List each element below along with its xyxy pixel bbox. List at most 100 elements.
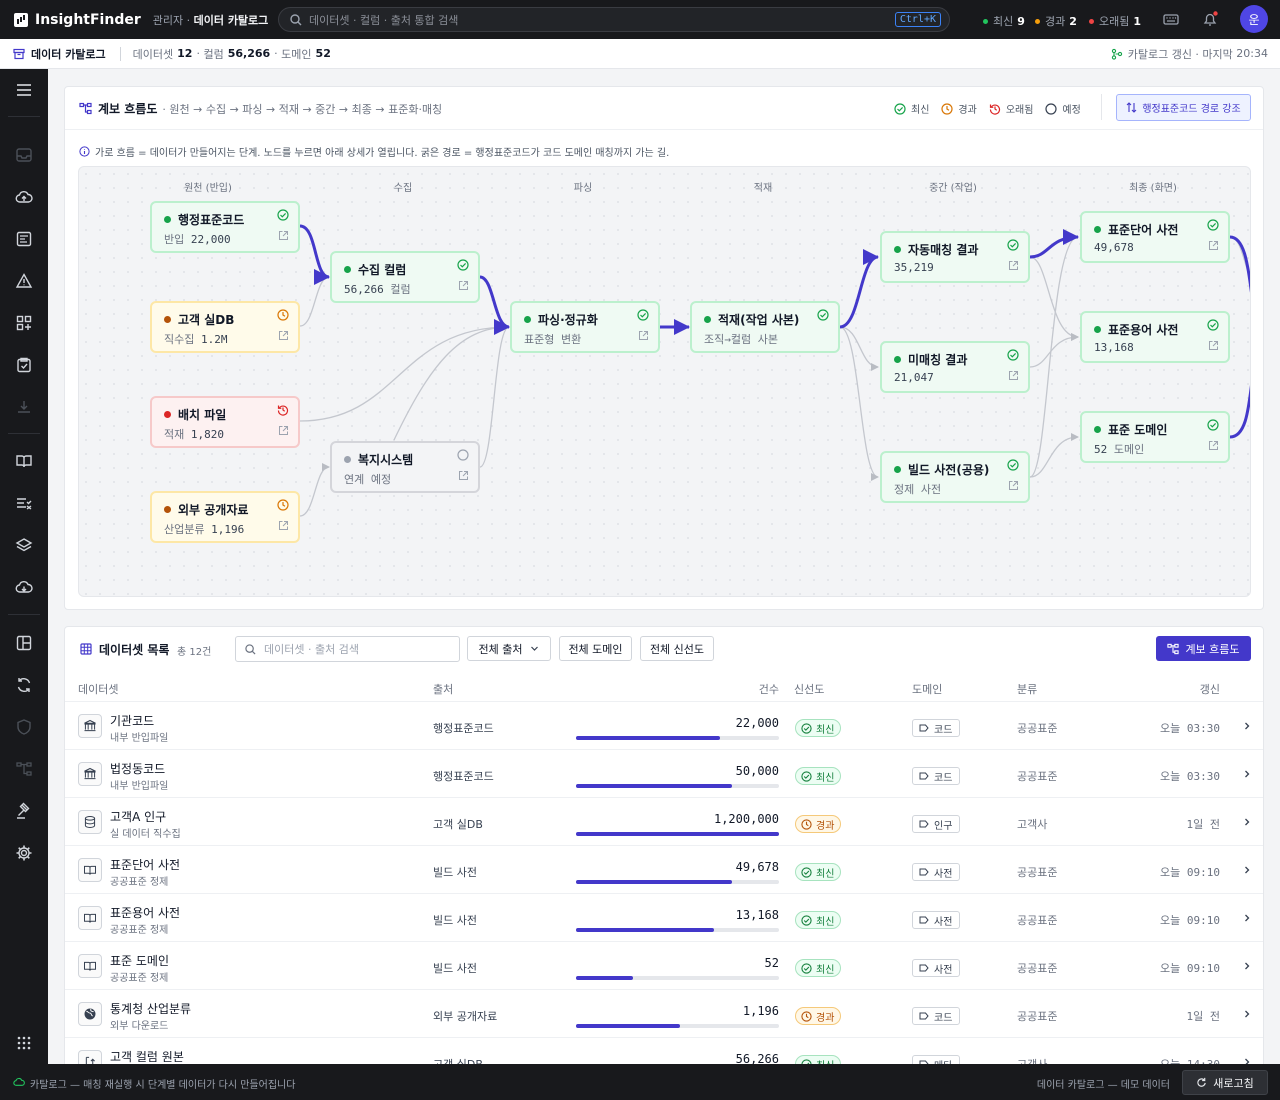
column-header-category[interactable]: 분류 (1017, 681, 1037, 697)
form-icon[interactable] (15, 230, 33, 248)
highlight-path-button[interactable]: 행정표준코드 경로 강조 (1116, 94, 1251, 121)
chevron-right-icon[interactable] (1243, 866, 1251, 874)
external-link-icon[interactable] (278, 520, 289, 531)
gear-icon[interactable] (15, 844, 33, 862)
lineage-flow-button[interactable]: 계보 흐름도 (1156, 636, 1251, 661)
lineage-node-standard-domain[interactable]: 표준 도메인 52 도메인 (1080, 411, 1230, 463)
apps-icon[interactable] (15, 1034, 33, 1052)
external-link-icon[interactable] (1208, 240, 1219, 251)
chevron-right-icon[interactable] (1243, 1010, 1251, 1018)
lineage-icon[interactable] (15, 760, 33, 778)
status-dot (344, 456, 351, 463)
book-icon[interactable] (15, 452, 33, 470)
warning-icon[interactable] (15, 272, 33, 290)
external-link-icon[interactable] (458, 280, 469, 291)
lineage-node-admin-standard-code[interactable]: 행정표준코드 반입 22,000 (150, 201, 300, 253)
list-check-icon[interactable] (15, 494, 33, 512)
breadcrumb-parent[interactable]: 관리자 (153, 14, 183, 27)
table-row[interactable]: 기관코드 내부 반입파일 행정표준코드 22,000 최신 코드 공공표준 오늘 03:30 (65, 701, 1263, 749)
global-search-input[interactable]: 데이터셋 · 컬럼 · 출처 통합 검색 Ctrl+K (278, 7, 950, 32)
external-link-icon[interactable] (1008, 480, 1019, 491)
inbox-icon[interactable] (15, 146, 33, 164)
app-logo[interactable]: InsightFinder (14, 12, 141, 28)
menu-icon[interactable] (15, 81, 33, 99)
lineage-node-batch-file[interactable]: 배치 파일 적재 1,820 (150, 396, 300, 448)
lineage-node-standard-word-dictionary[interactable]: 표준단어 사전 49,678 (1080, 211, 1230, 263)
chevron-right-icon[interactable] (1243, 818, 1251, 826)
table-row[interactable]: 표준 도메인 공공표준 정제 빌드 사전 52 최신 사전 공공표준 오늘 09:10 (65, 941, 1263, 989)
table-row[interactable]: 표준단어 사전 공공표준 정제 빌드 사전 49,678 최신 사전 공공표준 오늘 09:1… (65, 845, 1263, 893)
dataset-search-input[interactable]: 데이터셋 · 출처 검색 (235, 636, 460, 662)
lineage-node-unmatched[interactable]: 미매칭 결과 21,047 (880, 341, 1030, 393)
domain-filter-button[interactable]: 전체 도메인 (559, 636, 632, 661)
column-header-source[interactable]: 출처 (433, 681, 453, 697)
external-link-icon[interactable] (458, 470, 469, 481)
lineage-node-build-dictionary[interactable]: 빌드 사전(공용) 정제 사전 (880, 451, 1030, 503)
old-label: 오래됨 (1099, 15, 1130, 28)
check-circle-icon (1207, 419, 1219, 431)
layout-icon[interactable] (15, 634, 33, 652)
domain-tag[interactable]: 사전 (912, 959, 961, 977)
cloud-download-icon[interactable] (15, 578, 33, 596)
domain-tag[interactable]: 인구 (912, 815, 961, 833)
cloud-upload-icon[interactable] (15, 188, 33, 206)
external-link-icon[interactable] (1208, 340, 1219, 351)
freshness-label: 최신 (816, 868, 835, 880)
source-filter-select[interactable]: 전체 출처 (467, 636, 551, 661)
table-row[interactable]: 법정동코드 내부 반입파일 행정표준코드 50,000 최신 코드 공공표준 오늘 03:30 (65, 749, 1263, 797)
lineage-canvas[interactable]: 원천 (반입) 수집 파싱 적재 중간 (작업) 최종 (화면) 행정표준코드 … (78, 166, 1251, 597)
refresh-icon (1197, 1077, 1207, 1087)
column-header-freshness[interactable]: 신선도 (794, 681, 824, 697)
external-link-icon[interactable] (1008, 370, 1019, 381)
shield-icon[interactable] (15, 718, 33, 736)
grid-add-icon[interactable] (15, 314, 33, 332)
lineage-node-standard-term-dictionary[interactable]: 표준용어 사전 13,168 (1080, 311, 1230, 363)
domain-tag[interactable]: 사전 (912, 863, 961, 881)
table-row[interactable]: 고객A 인구 실 데이터 직수집 고객 실DB 1,200,000 경과 인구 고객사 1일 … (65, 797, 1263, 845)
user-avatar[interactable]: 운 (1240, 5, 1268, 33)
status-old[interactable]: 오래됨 1 (1089, 13, 1141, 29)
node-sub-value: 컬럼 (390, 283, 411, 296)
external-link-icon[interactable] (1208, 440, 1219, 451)
keyboard-icon[interactable] (1162, 11, 1180, 27)
lineage-node-external-public-data[interactable]: 외부 공개자료 산업분류 1,196 (150, 491, 300, 543)
lineage-node-parse-normalize[interactable]: 파싱·정규화 표준형 변환 (510, 301, 660, 353)
layers-icon[interactable] (15, 536, 33, 554)
domain-tag[interactable]: 코드 (912, 719, 961, 737)
dataset-subtitle: 실 데이터 직수집 (110, 829, 181, 840)
chevron-right-icon[interactable] (1243, 722, 1251, 730)
download-icon[interactable] (15, 398, 33, 416)
app-name: InsightFinder (35, 11, 141, 28)
external-link-icon[interactable] (278, 230, 289, 241)
external-link-icon[interactable] (1008, 260, 1019, 271)
status-fresh[interactable]: 최신 9 (983, 13, 1025, 29)
gavel-icon[interactable] (15, 802, 33, 820)
lineage-node-collected-columns[interactable]: 수집 컬럼 56,266 컬럼 (330, 251, 480, 303)
domain-tag[interactable]: 코드 (912, 767, 961, 785)
chevron-right-icon[interactable] (1243, 914, 1251, 922)
lineage-node-load-working-copy[interactable]: 적재(작업 사본) 조직→컬럼 사본 (690, 301, 840, 353)
refresh-button[interactable]: 새로고침 (1182, 1070, 1268, 1095)
chevron-right-icon[interactable] (1243, 962, 1251, 970)
column-header-updated[interactable]: 갱신 (1190, 681, 1220, 697)
catalog-refresh-info[interactable]: 카탈로그 갱신 · 마지막 20:34 (1111, 46, 1268, 62)
external-link-icon[interactable] (638, 330, 649, 341)
lineage-node-welfare-system[interactable]: 복지시스템 연계 예정 (330, 441, 480, 493)
chevron-right-icon[interactable] (1243, 770, 1251, 778)
column-header-domain[interactable]: 도메인 (912, 681, 942, 697)
status-late[interactable]: 경과 2 (1035, 13, 1077, 29)
column-header-count[interactable]: 건수 (751, 681, 779, 697)
sync-icon[interactable] (15, 676, 33, 694)
table-row[interactable]: 통계청 산업분류 외부 다운로드 외부 공개자료 1,196 경과 코드 공공표준 1일 전 (65, 989, 1263, 1037)
freshness-filter-button[interactable]: 전체 신선도 (640, 636, 714, 661)
domain-tag[interactable]: 사전 (912, 911, 961, 929)
clipboard-check-icon[interactable] (15, 356, 33, 374)
external-link-icon[interactable] (278, 330, 289, 341)
lineage-node-auto-match[interactable]: 자동매칭 결과 35,219 (880, 231, 1030, 283)
lineage-node-customer-db[interactable]: 고객 실DB 직수집 1.2M (150, 301, 300, 353)
domain-tag[interactable]: 코드 (912, 1007, 961, 1025)
table-row[interactable]: 표준용어 사전 공공표준 정제 빌드 사전 13,168 최신 사전 공공표준 오늘 09:1… (65, 893, 1263, 941)
bell-icon[interactable] (1201, 11, 1219, 27)
external-link-icon[interactable] (278, 425, 289, 436)
column-header-dataset[interactable]: 데이터셋 (78, 681, 118, 697)
